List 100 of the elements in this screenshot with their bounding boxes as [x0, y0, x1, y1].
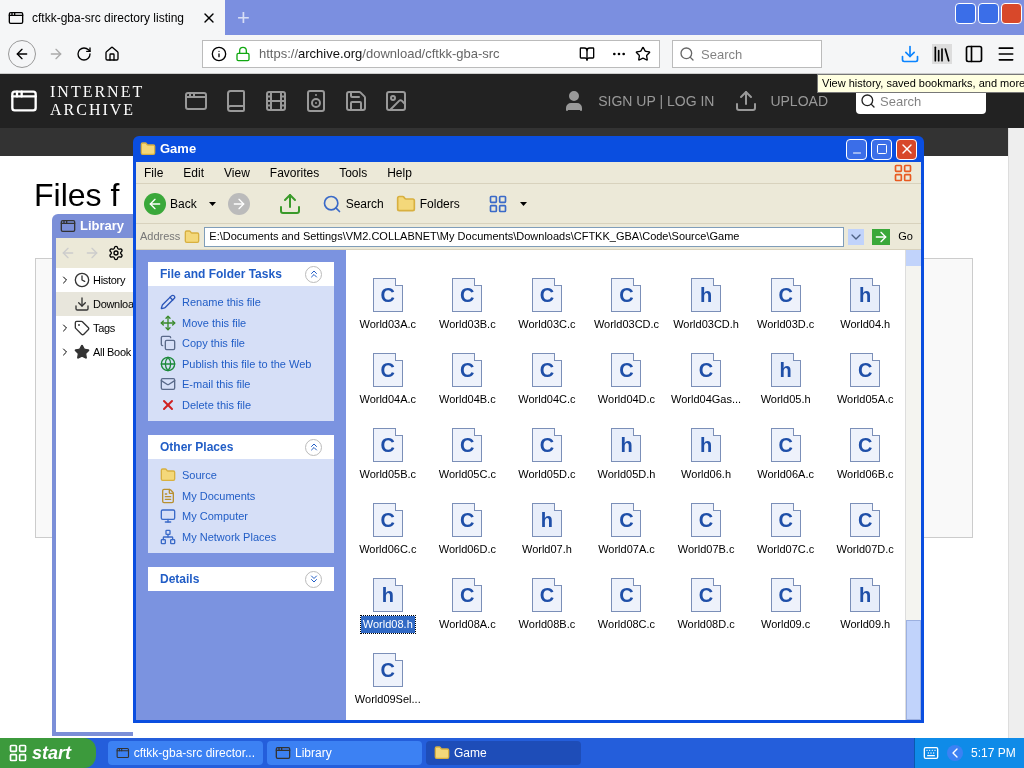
file-name[interactable]: World05D.c — [516, 466, 578, 483]
file-name[interactable]: World05D.h — [595, 466, 658, 483]
library-item[interactable]: All Book — [56, 340, 133, 364]
file-name[interactable]: World03D.c — [755, 316, 817, 333]
file-name[interactable]: World03CD.c — [591, 316, 662, 333]
browser-tab[interactable]: cftkk-gba-src directory listing — [0, 0, 225, 35]
file-name[interactable]: World03A.c — [357, 316, 419, 333]
menu-item[interactable]: View — [224, 163, 250, 182]
web-icon[interactable] — [184, 89, 208, 113]
caret-icon[interactable] — [208, 201, 216, 206]
search-field[interactable]: Search — [672, 40, 822, 68]
task-link[interactable]: My Documents — [182, 487, 256, 504]
task-link[interactable]: Source — [182, 467, 217, 484]
book-icon[interactable] — [224, 89, 248, 113]
library-icon[interactable] — [932, 44, 952, 64]
search-button[interactable]: Search — [321, 193, 384, 214]
caret-icon[interactable] — [519, 201, 527, 206]
file-name[interactable]: World06D.c — [436, 541, 498, 558]
file-name[interactable]: World07B.c — [675, 541, 737, 558]
file-name[interactable]: World04.h — [838, 316, 893, 333]
file-name[interactable]: World06B.c — [834, 466, 896, 483]
menu-item[interactable]: Tools — [339, 163, 368, 182]
task-link[interactable]: My Network Places — [182, 528, 277, 545]
go-button[interactable]: Go — [894, 228, 917, 245]
upload-link[interactable]: UPLOAD — [770, 90, 828, 112]
file-name[interactable]: World08B.c — [516, 616, 578, 633]
menu-item[interactable]: Favorites — [269, 163, 320, 182]
taskbar-button[interactable]: Library — [267, 741, 422, 765]
file-name[interactable]: World04A.c — [357, 391, 419, 408]
account-link[interactable]: SIGN UP | LOG IN — [598, 90, 715, 112]
collapse-icon[interactable] — [305, 438, 322, 456]
dropdown-icon[interactable] — [848, 228, 865, 245]
folders-button[interactable]: Folders — [395, 193, 460, 214]
file-name[interactable]: World07D.c — [834, 541, 896, 558]
file-name[interactable]: World04B.c — [437, 391, 498, 408]
library-item[interactable]: History — [56, 268, 133, 292]
settings-icon[interactable] — [108, 245, 124, 261]
file-name[interactable]: World05A.c — [834, 391, 896, 408]
home-icon[interactable] — [104, 46, 120, 62]
task-link[interactable]: E-mail this file — [182, 376, 251, 393]
start-button[interactable]: start — [0, 738, 96, 768]
task-link[interactable]: My Computer — [182, 508, 249, 525]
file-name[interactable]: World04Gas... — [669, 391, 744, 408]
menu-item[interactable]: File — [144, 163, 164, 182]
file-name[interactable]: World09Sel... — [352, 691, 423, 708]
library-item[interactable]: Downloa — [56, 292, 133, 316]
restore-button[interactable] — [978, 3, 999, 24]
reload-icon[interactable] — [76, 46, 92, 62]
up-folder-icon[interactable] — [277, 191, 302, 216]
task-link[interactable]: Copy this file — [182, 335, 245, 352]
url-field[interactable]: https://archive.org/download/cftkk-gba-src — [202, 40, 660, 68]
minimize-button[interactable] — [846, 138, 867, 160]
file-name[interactable]: World09.c — [758, 616, 813, 633]
file-name[interactable]: World08D.c — [675, 616, 737, 633]
menu-icon[interactable] — [996, 44, 1016, 64]
file-name[interactable]: World06C.c — [357, 541, 419, 558]
file-name[interactable]: World05C.c — [436, 466, 498, 483]
download-icon[interactable] — [900, 44, 920, 64]
file-name[interactable]: World04D.c — [595, 391, 658, 408]
taskbar-button[interactable]: Game — [426, 741, 581, 765]
minimize-button[interactable] — [955, 3, 976, 24]
file-name[interactable]: World07.h — [519, 541, 574, 558]
close-button[interactable] — [896, 138, 917, 160]
file-name[interactable]: World08C.c — [595, 616, 658, 633]
task-link[interactable]: Publish this file to the Web — [182, 355, 312, 372]
file-name[interactable]: World06A.c — [755, 466, 816, 483]
file-name[interactable]: World04C.c — [516, 391, 578, 408]
bookmark-icon[interactable] — [635, 46, 651, 62]
menu-item[interactable]: Help — [387, 163, 412, 182]
maximize-button[interactable] — [871, 138, 892, 160]
file-name[interactable]: World03B.c — [437, 316, 498, 333]
file-name[interactable]: World06.h — [679, 466, 734, 483]
views-icon[interactable] — [487, 193, 508, 214]
floppy-icon[interactable] — [344, 89, 368, 113]
menu-item[interactable]: Edit — [183, 163, 205, 182]
collapse-icon[interactable] — [305, 265, 322, 283]
speaker-icon[interactable] — [304, 89, 328, 113]
sidebar-icon[interactable] — [964, 44, 984, 64]
film-icon[interactable] — [264, 89, 288, 113]
task-link[interactable]: Delete this file — [182, 396, 252, 413]
file-name[interactable]: World09.h — [838, 616, 893, 633]
file-name[interactable]: World07C.c — [755, 541, 817, 558]
file-name[interactable]: World03C.c — [516, 316, 578, 333]
file-name[interactable]: World08.h — [360, 616, 415, 633]
chevron-icon[interactable] — [947, 745, 963, 761]
reader-icon[interactable] — [579, 46, 595, 62]
file-name[interactable]: World03CD.h — [671, 316, 741, 333]
image-icon[interactable] — [384, 89, 408, 113]
close-button[interactable] — [1001, 3, 1022, 24]
back-button[interactable]: Back — [144, 192, 197, 215]
file-name[interactable]: World07A.c — [596, 541, 657, 558]
keyboard-icon[interactable] — [923, 745, 939, 761]
file-name[interactable]: World08A.c — [437, 616, 498, 633]
taskbar-button[interactable]: cftkk-gba-src director... — [108, 741, 263, 765]
file-name[interactable]: World05B.c — [357, 466, 419, 483]
file-name[interactable]: World05.h — [758, 391, 813, 408]
library-item[interactable]: Tags — [56, 316, 133, 340]
task-link[interactable]: Rename this file — [182, 294, 261, 311]
task-link[interactable]: Move this file — [182, 314, 247, 331]
address-field[interactable]: E:\Documents and Settings\VM2.COLLABNET\My Documents\Downloads\CFTKK_GBA\Code\Source\Game — [204, 226, 845, 247]
